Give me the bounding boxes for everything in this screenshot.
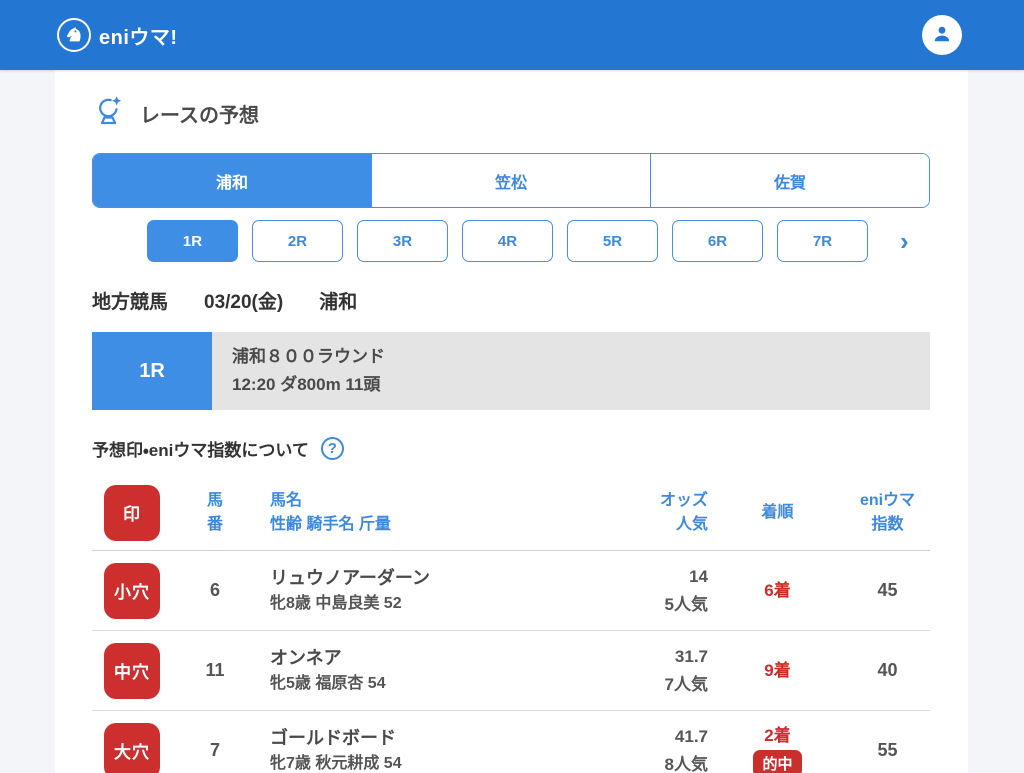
popularity-value: 8人気 [664, 754, 708, 773]
race-banner-body: 浦和８００ラウンド 12:20 ダ800m 11頭 [212, 332, 930, 410]
hit-badge: 的中 [753, 749, 802, 773]
race-banner-details: 12:20 ダ800m 11頭 [232, 374, 381, 394]
app-header: eniウマ! [0, 0, 1024, 70]
horse-number: 7 [209, 740, 220, 760]
venue-tab-bar: 浦和 笠松 佐賀 [92, 153, 930, 208]
prediction-table: 印 馬 番 馬名 性齢 騎手名 斤量 オッズ 人気 着順 eniウマ 指数 小穴… [92, 475, 930, 773]
header-horse-number-line2: 番 [206, 515, 223, 533]
page-title-row: レースの予想 [92, 95, 930, 132]
header-horse-number-line1: 馬 [206, 491, 223, 509]
table-row[interactable]: 中穴 11 オンネア 牝5歳 福原杏 54 31.7 7人気 9着 40 [92, 631, 930, 711]
table-row[interactable]: 大穴 7 ゴールドボード 牝7歳 秋元耕成 54 41.7 8人気 2着 的中 … [92, 711, 930, 773]
mark-header-badge: 印 [104, 484, 160, 541]
header-mark: 印 [92, 484, 172, 541]
odds-value: 31.7 [674, 647, 708, 667]
finish-position: 9着 [764, 660, 791, 680]
race-tab-3r[interactable]: 3R [357, 220, 448, 262]
horse-detail: 牝5歳 福原杏 54 [270, 675, 386, 692]
horse-name-cell: リュウノアーダーン 牝8歳 中島良美 52 [258, 565, 610, 616]
finish-cell: 9着 [710, 659, 845, 683]
race-tab-5r[interactable]: 5R [567, 220, 658, 262]
race-meta-date: 03/20(金) [204, 292, 284, 313]
odds-cell: 14 5人気 [610, 563, 710, 617]
race-meta-category: 地方競馬 [92, 292, 169, 313]
race-tab-4r[interactable]: 4R [462, 220, 553, 262]
venue-tab-saga[interactable]: 佐賀 [650, 154, 929, 207]
mark-cell: 大穴 [92, 722, 172, 773]
mark-cell: 中穴 [92, 642, 172, 699]
mark-badge: 中穴 [104, 642, 160, 699]
header-odds: オッズ 人気 [610, 489, 710, 537]
header-odds-line2: 人気 [675, 515, 708, 533]
finish-cell: 6着 [710, 579, 845, 603]
chevron-right-icon[interactable]: › [894, 228, 915, 254]
race-banner[interactable]: 1R 浦和８００ラウンド 12:20 ダ800m 11頭 [92, 332, 930, 410]
popularity-value: 7人気 [664, 674, 708, 694]
horse-number: 11 [205, 660, 225, 680]
odds-value: 14 [689, 567, 708, 587]
race-meta-venue: 浦和 [319, 292, 358, 313]
odds-value: 41.7 [674, 727, 708, 747]
index-value: 45 [877, 580, 898, 600]
logo[interactable]: eniウマ! [57, 18, 178, 52]
mark-badge: 小穴 [104, 562, 160, 619]
race-tab-2r[interactable]: 2R [252, 220, 343, 262]
race-banner-number: 1R [92, 332, 212, 410]
header-index-line2: 指数 [871, 515, 904, 533]
header-odds-line1: オッズ [659, 491, 708, 509]
help-icon[interactable]: ? [320, 437, 344, 460]
horse-name-cell: オンネア 牝5歳 福原杏 54 [258, 645, 610, 696]
odds-cell: 41.7 8人気 [610, 723, 710, 773]
race-number-bar: 1R 2R 3R 4R 5R 6R 7R › [147, 220, 930, 262]
index-value: 55 [877, 740, 898, 760]
table-header-row: 印 馬 番 馬名 性齢 騎手名 斤量 オッズ 人気 着順 eniウマ 指数 [92, 475, 930, 551]
finish-position: 2着 [764, 726, 791, 746]
logo-text: eniウマ! [99, 26, 178, 49]
finish-cell: 2着 的中 [710, 724, 845, 773]
horse-name: ゴールドボード [270, 728, 396, 748]
horse-name-cell: ゴールドボード 牝7歳 秋元耕成 54 [258, 725, 610, 773]
race-banner-name: 浦和８００ラウンド [232, 346, 385, 366]
header-horse-name: 馬名 性齢 騎手名 斤量 [258, 489, 610, 537]
table-row[interactable]: 小穴 6 リュウノアーダーン 牝8歳 中島良美 52 14 5人気 6着 45 [92, 551, 930, 631]
horse-name: オンネア [270, 648, 342, 668]
person-icon [930, 22, 954, 49]
mark-cell: 小穴 [92, 562, 172, 619]
race-tab-6r[interactable]: 6R [672, 220, 763, 262]
header-horse-name-line2: 性齢 騎手名 斤量 [270, 515, 391, 533]
header-index: eniウマ 指数 [845, 489, 930, 537]
popularity-value: 5人気 [664, 594, 708, 614]
horse-detail: 牝7歳 秋元耕成 54 [270, 755, 402, 772]
header-horse-name-line1: 馬名 [270, 491, 303, 509]
odds-cell: 31.7 7人気 [610, 643, 710, 697]
horse-number: 6 [209, 580, 220, 600]
user-avatar-button[interactable] [922, 15, 962, 55]
venue-tab-kasamatsu[interactable]: 笠松 [371, 154, 650, 207]
header-index-line1: eniウマ [859, 491, 916, 509]
page-title: レースの予想 [140, 105, 259, 127]
index-value: 40 [877, 660, 898, 680]
horse-detail: 牝8歳 中島良美 52 [270, 595, 402, 612]
crystal-ball-icon [94, 95, 124, 132]
header-horse-number: 馬 番 [172, 489, 258, 537]
race-tab-1r[interactable]: 1R [147, 220, 238, 262]
legend-row: 予想印・eniウマ指数について ? [92, 436, 930, 461]
main-card: レースの予想 浦和 笠松 佐賀 1R 2R 3R 4R 5R 6R 7R › 地… [55, 70, 968, 773]
horse-head-icon [57, 18, 91, 52]
legend-label: 予想印・eniウマ指数について [92, 441, 309, 460]
horse-name: リュウノアーダーン [270, 568, 431, 588]
mark-badge: 大穴 [104, 722, 160, 773]
finish-position: 6着 [764, 580, 791, 600]
header-finish: 着順 [761, 503, 794, 521]
venue-tab-urawa[interactable]: 浦和 [93, 154, 371, 207]
race-tab-7r[interactable]: 7R [777, 220, 868, 262]
race-meta: 地方競馬 03/20(金) 浦和 [92, 287, 930, 314]
